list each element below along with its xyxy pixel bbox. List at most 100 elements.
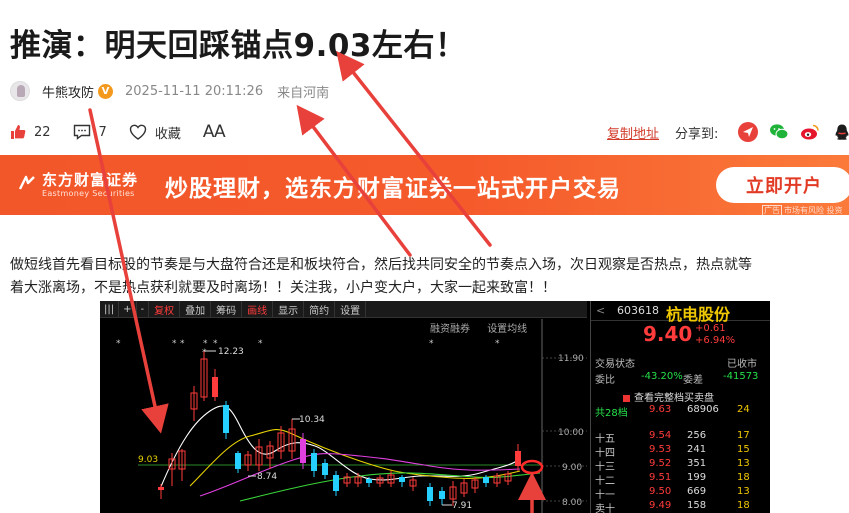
copy-link[interactable]: 复制地址 [607, 123, 659, 142]
banner-slogan: 炒股理财，选东方财富证券一站式开户交易 [165, 176, 621, 202]
toolbar-item[interactable]: 复权 [149, 301, 181, 318]
book-orders: 13 [737, 458, 750, 469]
author-name[interactable]: 牛熊攻防 [42, 82, 94, 101]
order-diff-value: -41573 [723, 371, 759, 382]
annotation-high: 12.23 [218, 347, 244, 357]
open-account-button[interactable]: 立即开户 [716, 167, 849, 203]
book-volume: 199 [687, 472, 707, 483]
like-button[interactable]: 22 [10, 124, 51, 140]
toolbar-item[interactable]: 画线 [242, 301, 274, 318]
share-weibo-icon[interactable] [800, 122, 820, 142]
book-volume: 241 [687, 444, 707, 455]
author-avatar[interactable] [10, 81, 30, 101]
price-axis: 10.00 9.00 8.00 [541, 319, 587, 513]
trade-status-value: 已收市 [727, 359, 757, 370]
article-title: 推演：明天回踩锚点9.03左右！ [10, 28, 467, 64]
article-meta: 牛熊攻防 V 2025-11-11 20:11:26 来自河南 [10, 80, 329, 102]
toolbar-item[interactable]: 筹码 [211, 301, 243, 318]
page: 推演：明天回踩锚点9.03左右！ 牛熊攻防 V 2025-11-11 20:11… [0, 0, 849, 513]
book-orders: 15 [737, 444, 750, 455]
price-tick: 10.00 [558, 428, 584, 438]
heart-icon [129, 124, 147, 140]
verified-badge-icon: V [98, 83, 114, 99]
svg-text:*: * [172, 339, 177, 349]
toolbar-item[interactable]: 简约 [304, 301, 336, 318]
book-level: 十四 [595, 448, 615, 459]
price-tick: 8.00 [562, 498, 582, 508]
book-price: 9.51 [649, 472, 672, 483]
book-volume: 669 [687, 486, 707, 497]
eastmoney-logo-icon [18, 175, 35, 190]
order-book-row: 十三 9.52 351 13 [591, 458, 770, 473]
chart-subbar: 融资融券 设置均线 [430, 320, 541, 335]
svg-text:11.90: 11.90 [558, 354, 584, 364]
margin-trading-toggle[interactable]: 融资融券 [430, 324, 470, 335]
book-volume: 68906 [687, 404, 719, 415]
favorite-button[interactable]: 收藏 [129, 123, 181, 142]
toolbar-item[interactable]: + [119, 301, 137, 318]
stock-chart-screenshot: 10.00 9.00 8.00 *** *** *** 9.03 [100, 301, 770, 513]
share-wechat-icon[interactable] [769, 122, 789, 142]
book-price: 9.54 [649, 430, 672, 441]
full-order-book-button[interactable]: 查看完整档买卖盘 [623, 389, 714, 404]
banner-logo-en: Eastmoney Securities [42, 189, 135, 198]
book-level: 十一 [595, 490, 615, 501]
order-book-row: 共28档 9.63 68906 24 [591, 404, 770, 419]
trade-status-row: 交易状态 已收市 [591, 355, 770, 370]
book-orders: 17 [737, 430, 750, 441]
trade-status-label: 交易状态 [595, 359, 635, 370]
order-ratio-value: -43.20% [641, 371, 683, 382]
ad-tag: 广告 [762, 205, 782, 215]
back-arrow-icon[interactable]: < [596, 304, 605, 317]
annotation-10-34: 10.34 [299, 415, 325, 425]
banner-logo-text: 东方财富证券 [42, 171, 139, 189]
comment-button[interactable]: 7 [73, 124, 107, 140]
book-orders: 13 [737, 486, 750, 497]
source-location: 来自河南 [277, 85, 330, 101]
article-paragraph-line: 着大涨离场，不是热点获利就要及时离场！！关注我，小户变大户，大家一起来致富！！ [10, 280, 556, 296]
publish-time: 2025-11-11 20:11:26 [125, 83, 264, 99]
book-level: 十二 [595, 476, 615, 487]
share-qq-icon[interactable] [832, 122, 849, 142]
favorite-label: 收藏 [154, 126, 181, 142]
highlight-circle [520, 459, 544, 475]
svg-text:*: * [180, 339, 185, 349]
annotation-8-74: 8.74 [257, 472, 277, 482]
toolbar-item[interactable]: 叠加 [180, 301, 212, 318]
book-price: 9.63 [649, 404, 672, 415]
price-tick-top: 11.90 [558, 354, 584, 364]
svg-text:*: * [258, 339, 263, 349]
toolbar-item[interactable]: - [137, 301, 150, 318]
book-orders: 18 [737, 472, 750, 483]
anchor-label: 9.03 [138, 455, 158, 465]
toolbar-item[interactable]: 设置 [335, 301, 367, 318]
order-book-row: 卖十 9.49 158 18 [591, 500, 770, 513]
article-paragraph-line: 做短线首先看目标股的节奏是与大盘符合还是和板块符合，然后找共同安全的节奏点入场，… [10, 257, 752, 273]
stock-change: +0.61 +6.94% [695, 323, 735, 347]
book-volume: 158 [687, 500, 707, 511]
annotation-low: 7.91 [452, 501, 472, 511]
book-orders: 18 [737, 500, 750, 511]
ad-disclaimer: 广告市场有风险 投资需谨慎 [762, 205, 849, 215]
order-ratio-label: 委比 [595, 375, 615, 386]
order-ratio-row: 委比 -43.20% 委差 -41573 [591, 371, 770, 386]
ma-settings-toggle[interactable]: 设置均线 [487, 324, 527, 335]
book-level: 十五 [595, 434, 615, 445]
book-level: 十三 [595, 462, 615, 473]
stock-price: 9.40 [643, 322, 693, 346]
toolbar-item[interactable]: ||| [100, 301, 120, 318]
svg-text:*: * [116, 339, 121, 349]
share-guba-icon[interactable] [738, 122, 758, 142]
toolbar-item[interactable]: 显示 [273, 301, 305, 318]
book-price: 9.50 [649, 486, 672, 497]
quote-header: < 603618 杭电股份 [591, 301, 770, 324]
change-percent: +6.94% [695, 335, 736, 346]
book-volume: 256 [687, 430, 707, 441]
comment-count: 7 [98, 124, 107, 140]
broker-ad-banner[interactable]: 东方财富证券 Eastmoney Securities 炒股理财，选东方财富证券… [0, 155, 849, 215]
font-size-button[interactable]: AA [203, 122, 226, 142]
chart-toolbar: ||| + - 复权 叠加 筹码 画线 显示 简约 设置 [100, 301, 587, 318]
book-level: 共28档 [595, 408, 628, 419]
quote-panel: < 603618 杭电股份 9.40 +0.61 +6.94% 交易状态 已收市… [590, 301, 770, 513]
book-price: 9.49 [649, 500, 672, 511]
